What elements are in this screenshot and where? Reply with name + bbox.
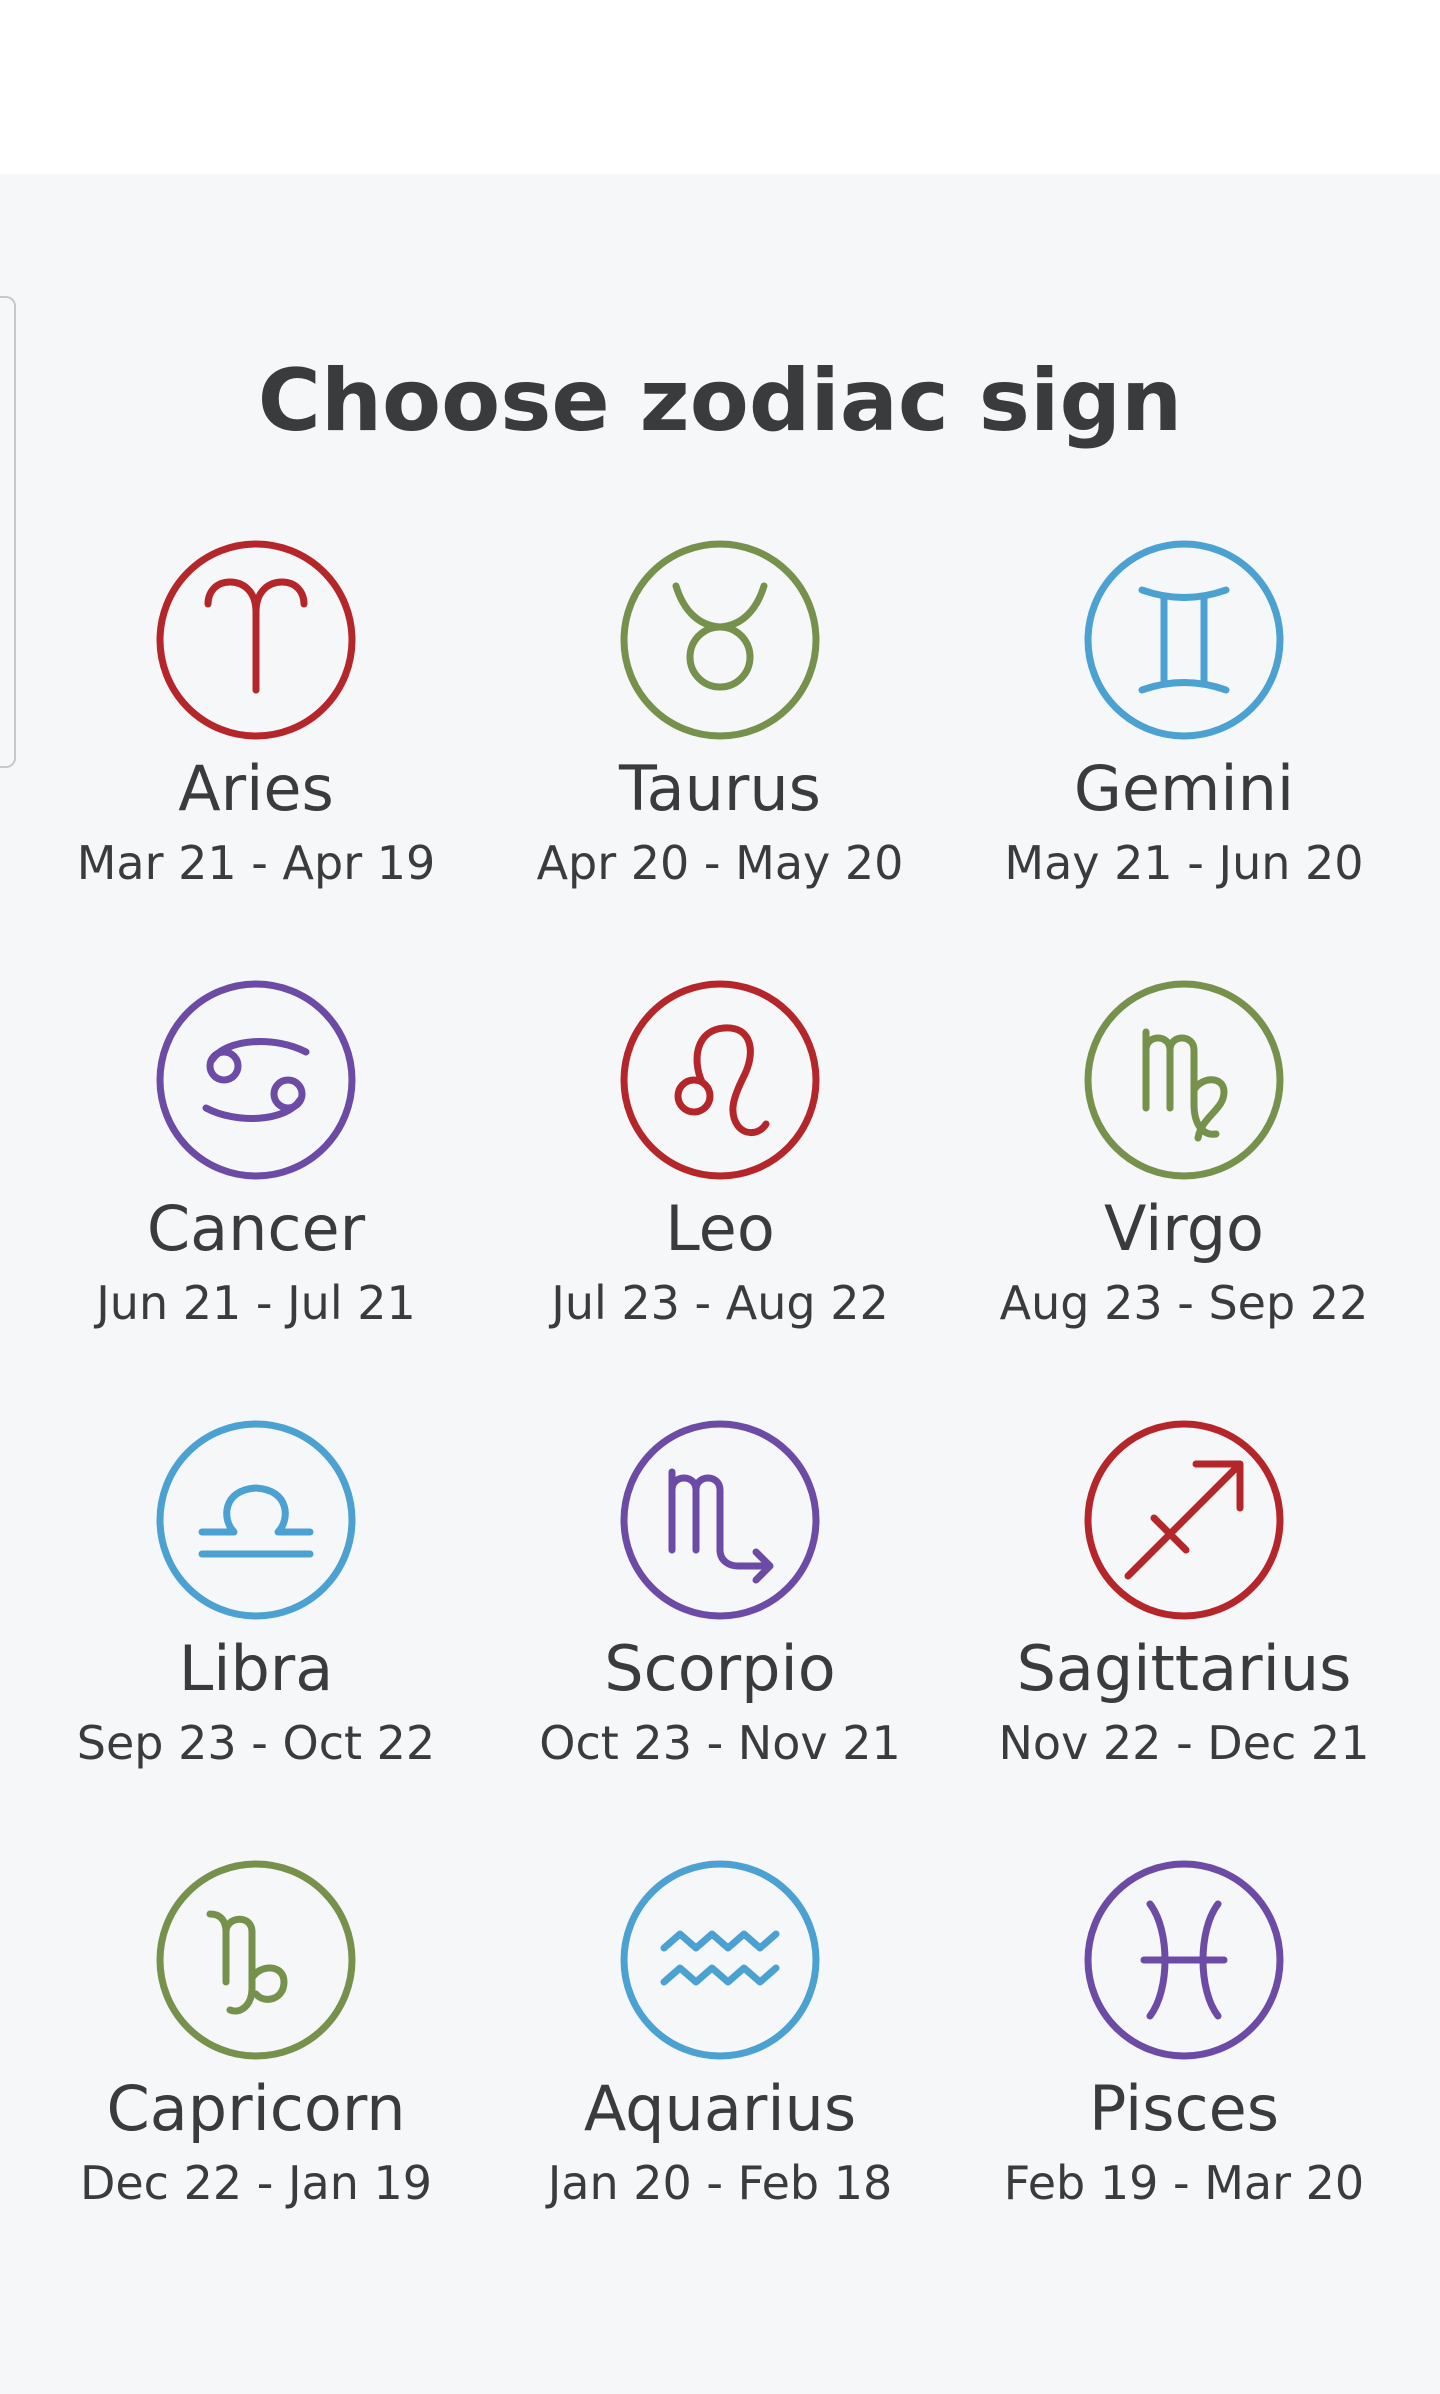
zodiac-grid: Aries Mar 21 - Apr 19 Taurus Apr 20 - Ma…: [0, 0, 1440, 2394]
sign-name: Capricorn: [106, 2072, 406, 2145]
sign-dates: Oct 23 - Nov 21: [539, 1716, 901, 1770]
sign-pisces[interactable]: Pisces Feb 19 - Mar 20: [964, 1860, 1404, 2240]
leo-icon: [620, 980, 820, 1180]
sign-cancer[interactable]: Cancer Jun 21 - Jul 21: [36, 980, 476, 1360]
sign-name: Scorpio: [604, 1632, 836, 1705]
sign-dates: Apr 20 - May 20: [536, 836, 904, 890]
sign-name: Cancer: [146, 1192, 366, 1265]
pisces-icon: [1084, 1860, 1284, 2060]
scorpio-icon: [620, 1420, 820, 1620]
sign-dates: Feb 19 - Mar 20: [1003, 2156, 1365, 2210]
sign-dates: Sep 23 - Oct 22: [76, 1716, 436, 1770]
sign-name: Leo: [665, 1192, 775, 1265]
sign-dates: Mar 21 - Apr 19: [76, 836, 436, 890]
sign-dates: Jul 23 - Aug 22: [551, 1276, 889, 1330]
aries-icon: [156, 540, 356, 740]
sign-libra[interactable]: Libra Sep 23 - Oct 22: [36, 1420, 476, 1800]
sign-name: Aries: [178, 752, 334, 825]
sign-name: Sagittarius: [1016, 1632, 1352, 1705]
sign-dates: Jun 21 - Jul 21: [96, 1276, 416, 1330]
sign-dates: Jan 20 - Feb 18: [547, 2156, 893, 2210]
virgo-icon: [1084, 980, 1284, 1180]
sign-name: Pisces: [1088, 2072, 1280, 2145]
sign-virgo[interactable]: Virgo Aug 23 - Sep 22: [964, 980, 1404, 1360]
sign-dates: Dec 22 - Jan 19: [79, 2156, 433, 2210]
sign-leo[interactable]: Leo Jul 23 - Aug 22: [500, 980, 940, 1360]
sign-dates: Nov 22 - Dec 21: [998, 1716, 1370, 1770]
sign-scorpio[interactable]: Scorpio Oct 23 - Nov 21: [500, 1420, 940, 1800]
sign-name: Taurus: [619, 752, 821, 825]
gemini-icon: [1084, 540, 1284, 740]
sign-name: Virgo: [1104, 1192, 1264, 1265]
sign-name: Aquarius: [583, 2072, 857, 2145]
cancer-icon: [156, 980, 356, 1180]
taurus-icon: [620, 540, 820, 740]
libra-icon: [156, 1420, 356, 1620]
sign-name: Gemini: [1073, 752, 1295, 825]
sign-dates: May 21 - Jun 20: [1004, 836, 1364, 890]
aquarius-icon: [620, 1860, 820, 2060]
sign-name: Libra: [178, 1632, 334, 1705]
sign-aries[interactable]: Aries Mar 21 - Apr 19: [36, 540, 476, 920]
sign-gemini[interactable]: Gemini May 21 - Jun 20: [964, 540, 1404, 920]
sign-taurus[interactable]: Taurus Apr 20 - May 20: [500, 540, 940, 920]
capricorn-icon: [156, 1860, 356, 2060]
sign-dates: Aug 23 - Sep 22: [999, 1276, 1369, 1330]
sign-aquarius[interactable]: Aquarius Jan 20 - Feb 18: [500, 1860, 940, 2240]
sign-sagittarius[interactable]: Sagittarius Nov 22 - Dec 21: [964, 1420, 1404, 1800]
sign-capricorn[interactable]: Capricorn Dec 22 - Jan 19: [36, 1860, 476, 2240]
sagittarius-icon: [1084, 1420, 1284, 1620]
